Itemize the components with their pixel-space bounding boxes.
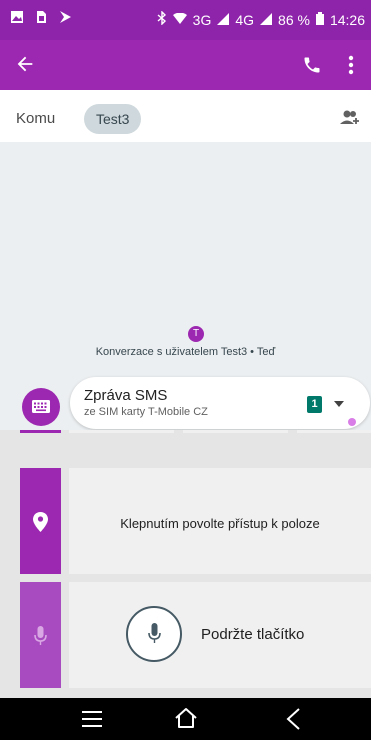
wifi-icon	[172, 12, 187, 28]
photo-tile-edge[interactable]	[69, 430, 174, 433]
recipient-chip[interactable]: Test3	[84, 104, 142, 134]
app-bar	[0, 40, 371, 90]
mic-icon	[148, 623, 161, 650]
more-vert-icon[interactable]	[348, 55, 354, 80]
network-label-2: 4G	[235, 11, 255, 28]
conversation-info: Konverzace s uživatelem Test3 • Teď	[95, 346, 276, 358]
contact-avatar: T	[188, 326, 204, 342]
sim-notification-icon	[34, 10, 48, 24]
status-bar: 3G 4G 86 % 14:26	[0, 0, 371, 40]
location-pin-icon	[33, 512, 48, 537]
navigation-bar	[0, 698, 371, 740]
battery-icon	[315, 11, 324, 28]
gallery-tile-edge[interactable]	[20, 430, 61, 433]
message-compose-field[interactable]: Zpráva SMS ze SIM karty T-Mobile CZ 1	[70, 377, 370, 429]
location-permission-text: Klepnutím povolte přístup k poloze	[120, 516, 320, 531]
mic-icon	[34, 626, 47, 651]
menu-icon[interactable]	[82, 710, 102, 733]
audio-button[interactable]	[20, 582, 61, 688]
signal-icon-2	[260, 12, 273, 28]
record-audio-button[interactable]	[126, 606, 182, 662]
add-person-icon[interactable]	[338, 108, 362, 133]
recipient-bar: Komu Test3	[0, 96, 371, 143]
to-label: Komu	[16, 110, 56, 127]
network-label: 3G	[192, 11, 212, 28]
color-dot-icon	[348, 418, 356, 426]
signal-icon	[217, 12, 230, 28]
arrow-left-icon[interactable]	[14, 53, 36, 80]
back-icon[interactable]	[285, 707, 301, 736]
clock: 14:26	[329, 11, 365, 28]
keyboard-icon	[31, 399, 51, 420]
dropdown-arrow-icon[interactable]	[334, 401, 344, 407]
compose-sim-subtitle: ze SIM karty T-Mobile CZ	[84, 406, 208, 418]
phone-icon[interactable]	[302, 55, 322, 80]
bluetooth-icon	[157, 10, 167, 28]
battery-label: 86 %	[278, 11, 310, 28]
compose-title: Zpráva SMS	[84, 387, 168, 404]
location-button[interactable]	[20, 468, 61, 574]
hold-button-text: Podržte tlačítko	[201, 626, 305, 643]
sim-card-icon[interactable]: 1	[307, 396, 322, 413]
image-notification-icon	[10, 10, 24, 24]
photo-tile-edge[interactable]	[183, 430, 288, 433]
keyboard-toggle-button[interactable]	[22, 388, 60, 426]
home-icon[interactable]	[174, 707, 198, 734]
photo-tile-edge[interactable]	[297, 430, 371, 433]
play-notification-icon	[58, 10, 72, 24]
